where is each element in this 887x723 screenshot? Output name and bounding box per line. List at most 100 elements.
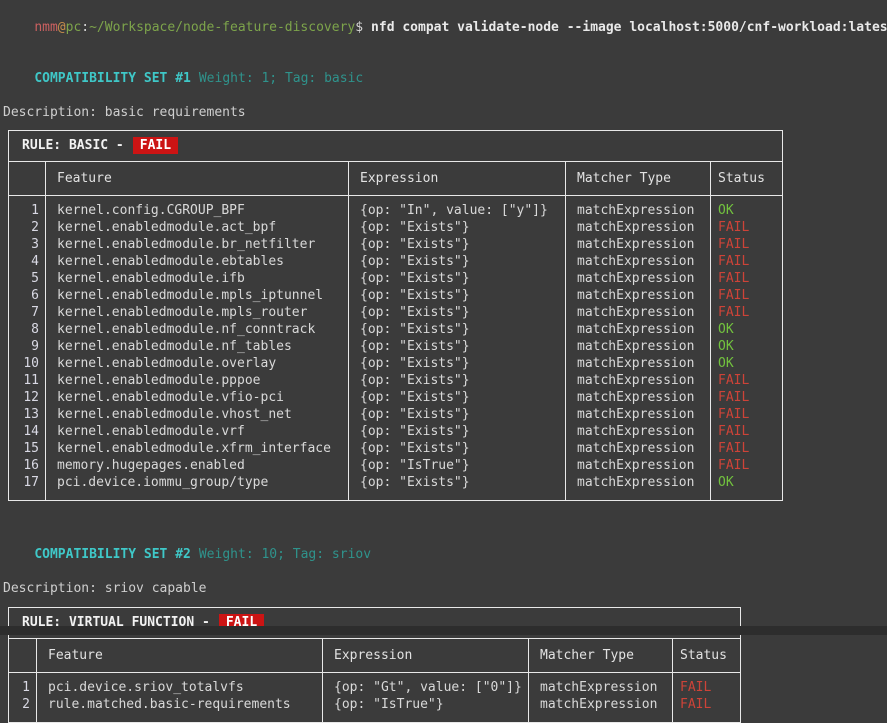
cell-status: FAIL <box>673 673 741 697</box>
cell-matcher: matchExpression <box>566 270 711 287</box>
header-expression: Expression <box>349 162 566 196</box>
header-matcher-type: Matcher Type <box>566 162 711 196</box>
cell-feature: kernel.enabledmodule.act_bpf <box>46 219 349 236</box>
cell-num: 2 <box>9 696 37 723</box>
table-row: 12kernel.enabledmodule.vfio-pci{op: "Exi… <box>9 389 783 406</box>
terminal-window[interactable]: nmm@pc:~/Workspace/node-feature-discover… <box>0 0 887 635</box>
table-row: 3kernel.enabledmodule.br_netfilter{op: "… <box>9 236 783 253</box>
cell-status: FAIL <box>711 389 783 406</box>
prompt-at-sign: @ <box>58 20 66 35</box>
cell-status: FAIL <box>711 440 783 457</box>
cell-status: OK <box>711 321 783 338</box>
cell-status: FAIL <box>711 219 783 236</box>
cell-expression: {op: "IsTrue"} <box>323 696 529 723</box>
cell-num: 4 <box>9 253 46 270</box>
cell-num: 1 <box>9 196 46 220</box>
table-row: 4kernel.enabledmodule.ebtables{op: "Exis… <box>9 253 783 270</box>
prompt-colon: : <box>81 20 89 35</box>
cell-expression: {op: "Exists"} <box>349 253 566 270</box>
column-header-row: Feature Expression Matcher Type Status <box>9 639 741 673</box>
table-row: 2rule.matched.basic-requirements{op: "Is… <box>9 696 741 723</box>
cell-matcher: matchExpression <box>566 406 711 423</box>
cell-feature: kernel.enabledmodule.vrf <box>46 423 349 440</box>
cell-feature: rule.matched.basic-requirements <box>37 696 323 723</box>
set1-description: Description: basic requirements <box>3 104 887 121</box>
cell-expression: {op: "Exists"} <box>349 372 566 389</box>
cell-expression: {op: "Exists"} <box>349 406 566 423</box>
cell-matcher: matchExpression <box>566 236 711 253</box>
cell-matcher: matchExpression <box>566 440 711 457</box>
cell-num: 5 <box>9 270 46 287</box>
table-row: 14kernel.enabledmodule.vrf{op: "Exists"}… <box>9 423 783 440</box>
cell-status: OK <box>711 355 783 372</box>
set1-meta: Weight: 1; Tag: basic <box>191 71 363 86</box>
cell-feature: kernel.enabledmodule.mpls_router <box>46 304 349 321</box>
set2-meta: Weight: 10; Tag: sriov <box>191 547 371 562</box>
cell-status: FAIL <box>673 696 741 723</box>
prompt-path: ~/Workspace/node-feature-discovery <box>89 20 355 35</box>
table-row: 9kernel.enabledmodule.nf_tables{op: "Exi… <box>9 338 783 355</box>
cell-matcher: matchExpression <box>566 474 711 501</box>
cell-feature: kernel.config.CGROUP_BPF <box>46 196 349 220</box>
header-matcher-type: Matcher Type <box>529 639 673 673</box>
cell-status: FAIL <box>711 253 783 270</box>
cell-num: 17 <box>9 474 46 501</box>
table-row: 15kernel.enabledmodule.xfrm_interface{op… <box>9 440 783 457</box>
cell-expression: {op: "IsTrue"} <box>349 457 566 474</box>
cell-matcher: matchExpression <box>566 389 711 406</box>
cell-expression: {op: "Exists"} <box>349 287 566 304</box>
cell-num: 15 <box>9 440 46 457</box>
cell-status: FAIL <box>711 457 783 474</box>
table-row: 1kernel.config.CGROUP_BPF{op: "In", valu… <box>9 196 783 220</box>
header-expression: Expression <box>323 639 529 673</box>
cell-matcher: matchExpression <box>529 673 673 697</box>
cell-matcher: matchExpression <box>566 372 711 389</box>
terminal-bottom-edge <box>0 626 887 635</box>
cell-status: OK <box>711 474 783 501</box>
set2-title: COMPATIBILITY SET #2 <box>34 547 191 562</box>
cell-status: FAIL <box>711 236 783 253</box>
cell-num: 10 <box>9 355 46 372</box>
rule-table-basic: RULE: BASIC - FAIL Feature Expression Mat… <box>8 130 783 501</box>
cell-num: 7 <box>9 304 46 321</box>
rule-status-badge: FAIL <box>133 137 178 154</box>
cell-matcher: matchExpression <box>566 355 711 372</box>
cell-expression: {op: "Exists"} <box>349 440 566 457</box>
cell-feature: pci.device.sriov_totalvfs <box>37 673 323 697</box>
prompt-host: pc <box>66 20 82 35</box>
cell-status: OK <box>711 338 783 355</box>
cell-status: OK <box>711 196 783 220</box>
cell-num: 13 <box>9 406 46 423</box>
header-num <box>9 639 37 673</box>
cell-expression: {op: "Exists"} <box>349 270 566 287</box>
cell-matcher: matchExpression <box>566 321 711 338</box>
set1-heading: COMPATIBILITY SET #1Weight: 1; Tag: basi… <box>3 53 887 104</box>
cell-feature: memory.hugepages.enabled <box>46 457 349 474</box>
table-row: 1pci.device.sriov_totalvfs{op: "Gt", val… <box>9 673 741 697</box>
rule-table-virtual-function: RULE: VIRTUAL FUNCTION -FAIL Feature Exp… <box>8 607 741 723</box>
cell-expression: {op: "Exists"} <box>349 389 566 406</box>
cell-feature: kernel.enabledmodule.mpls_iptunnel <box>46 287 349 304</box>
cell-expression: {op: "Exists"} <box>349 321 566 338</box>
cell-num: 9 <box>9 338 46 355</box>
cell-expression: {op: "Exists"} <box>349 355 566 372</box>
rule-label: RULE: BASIC - <box>22 138 124 153</box>
header-feature: Feature <box>46 162 349 196</box>
cell-expression: {op: "Exists"} <box>349 236 566 253</box>
cell-matcher: matchExpression <box>566 423 711 440</box>
table-row: 10kernel.enabledmodule.overlay{op: "Exis… <box>9 355 783 372</box>
cell-feature: kernel.enabledmodule.nf_conntrack <box>46 321 349 338</box>
header-status: Status <box>711 162 783 196</box>
cell-matcher: matchExpression <box>566 338 711 355</box>
cell-expression: {op: "Exists"} <box>349 219 566 236</box>
prompt-user: nmm <box>34 20 57 35</box>
table-row: 17pci.device.iommu_group/type{op: "Exist… <box>9 474 783 501</box>
table-row: 2kernel.enabledmodule.act_bpf{op: "Exist… <box>9 219 783 236</box>
cell-matcher: matchExpression <box>529 696 673 723</box>
cell-matcher: matchExpression <box>566 253 711 270</box>
cell-status: FAIL <box>711 423 783 440</box>
cell-matcher: matchExpression <box>566 196 711 220</box>
cell-num: 16 <box>9 457 46 474</box>
cell-matcher: matchExpression <box>566 219 711 236</box>
rule-title-cell: RULE: BASIC - FAIL <box>9 131 783 162</box>
